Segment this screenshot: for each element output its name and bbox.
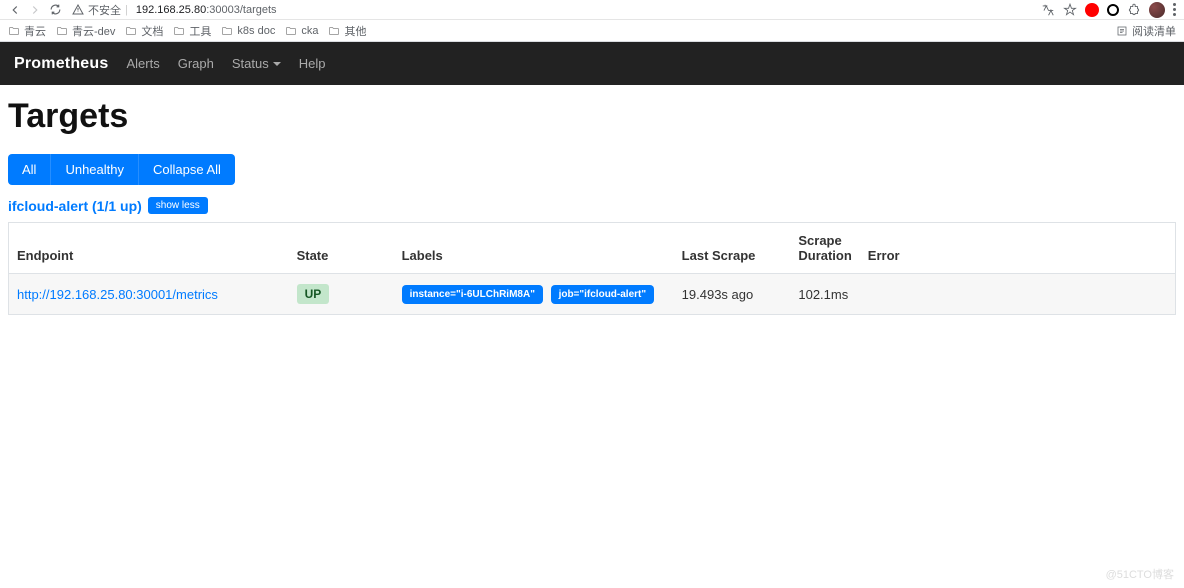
back-button[interactable]: [8, 3, 22, 17]
nav-graph[interactable]: Graph: [178, 56, 214, 71]
state-badge: UP: [297, 284, 330, 304]
reading-list-button[interactable]: 阅读清单: [1116, 23, 1176, 39]
bookmarks-bar: 青云 青云-dev 文档 工具 k8s doc cka 其他 阅读清单: [0, 20, 1184, 42]
endpoint-link[interactable]: http://192.168.25.80:30001/metrics: [17, 287, 218, 302]
filter-button-group: All Unhealthy Collapse All: [8, 154, 1176, 185]
folder-icon: [125, 25, 137, 37]
bookmark-item[interactable]: 青云-dev: [56, 23, 115, 39]
labels-cell: instance="i-6ULChRiM8A" job="ifcloud-ale…: [394, 274, 674, 315]
label-badge: instance="i-6ULChRiM8A": [402, 285, 543, 304]
page-content: Targets All Unhealthy Collapse All ifclo…: [0, 85, 1184, 323]
error-cell: [860, 274, 1176, 315]
last-scrape-cell: 19.493s ago: [674, 274, 791, 315]
caret-down-icon: [273, 62, 281, 66]
show-less-button[interactable]: show less: [148, 197, 208, 214]
watermark: @51CTO博客: [1106, 566, 1174, 582]
unhealthy-button[interactable]: Unhealthy: [51, 154, 139, 185]
page-title: Targets: [8, 97, 1176, 136]
folder-icon: [328, 25, 340, 37]
nav-status[interactable]: Status: [232, 56, 281, 71]
target-group-title[interactable]: ifcloud-alert (1/1 up): [8, 198, 142, 214]
extensions-icon[interactable]: [1127, 3, 1141, 17]
targets-table: Endpoint State Labels Last Scrape Scrape…: [8, 222, 1176, 315]
bookmark-item[interactable]: 其他: [328, 23, 366, 39]
profile-avatar[interactable]: [1149, 2, 1165, 18]
warning-icon: [72, 4, 84, 16]
folder-icon: [56, 25, 68, 37]
bookmark-item[interactable]: 文档: [125, 23, 163, 39]
extension-black-icon[interactable]: [1107, 4, 1119, 16]
navbar: Prometheus Alerts Graph Status Help: [0, 42, 1184, 85]
th-scrape-duration: Scrape Duration: [790, 223, 859, 274]
th-error: Error: [860, 223, 1176, 274]
nav-help[interactable]: Help: [299, 56, 326, 71]
duration-cell: 102.1ms: [790, 274, 859, 315]
brand[interactable]: Prometheus: [14, 55, 108, 73]
th-last-scrape: Last Scrape: [674, 223, 791, 274]
bookmark-item[interactable]: k8s doc: [221, 25, 275, 37]
target-group-header: ifcloud-alert (1/1 up) show less: [8, 197, 1176, 214]
security-indicator[interactable]: 不安全 |: [72, 2, 128, 18]
all-button[interactable]: All: [8, 154, 51, 185]
th-state: State: [289, 223, 394, 274]
label-badge: job="ifcloud-alert": [551, 285, 655, 304]
folder-icon: [221, 25, 233, 37]
nav-alerts[interactable]: Alerts: [126, 56, 159, 71]
folder-icon: [173, 25, 185, 37]
translate-icon[interactable]: [1041, 3, 1055, 17]
reload-button[interactable]: [48, 3, 62, 17]
bookmark-item[interactable]: cka: [285, 25, 318, 37]
folder-icon: [8, 25, 20, 37]
security-text: 不安全: [88, 2, 121, 18]
bookmark-item[interactable]: 工具: [173, 23, 211, 39]
bookmark-item[interactable]: 青云: [8, 23, 46, 39]
browser-menu-icon[interactable]: [1173, 3, 1176, 16]
collapse-all-button[interactable]: Collapse All: [139, 154, 235, 185]
folder-icon: [285, 25, 297, 37]
star-icon[interactable]: [1063, 3, 1077, 17]
forward-button[interactable]: [28, 3, 42, 17]
extension-red-icon[interactable]: [1085, 3, 1099, 17]
url-bar[interactable]: 192.168.25.80:30003/targets: [136, 4, 277, 16]
browser-toolbar: 不安全 | 192.168.25.80:30003/targets: [0, 0, 1184, 20]
th-endpoint: Endpoint: [9, 223, 289, 274]
table-row: http://192.168.25.80:30001/metrics UP in…: [9, 274, 1176, 315]
th-labels: Labels: [394, 223, 674, 274]
list-icon: [1116, 25, 1128, 37]
